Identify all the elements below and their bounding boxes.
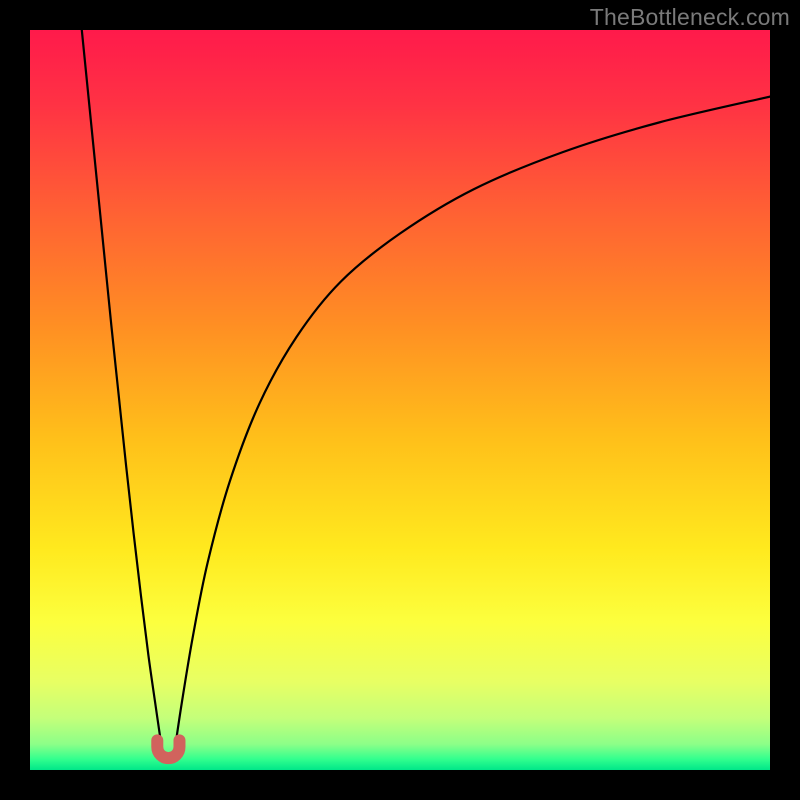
chart-frame: TheBottleneck.com: [0, 0, 800, 800]
curve-left-branch: [82, 30, 162, 748]
u-marker: [157, 740, 179, 758]
curves-layer: [30, 30, 770, 770]
plot-area: [30, 30, 770, 770]
curve-right-branch: [175, 97, 770, 748]
watermark-text: TheBottleneck.com: [590, 4, 790, 31]
